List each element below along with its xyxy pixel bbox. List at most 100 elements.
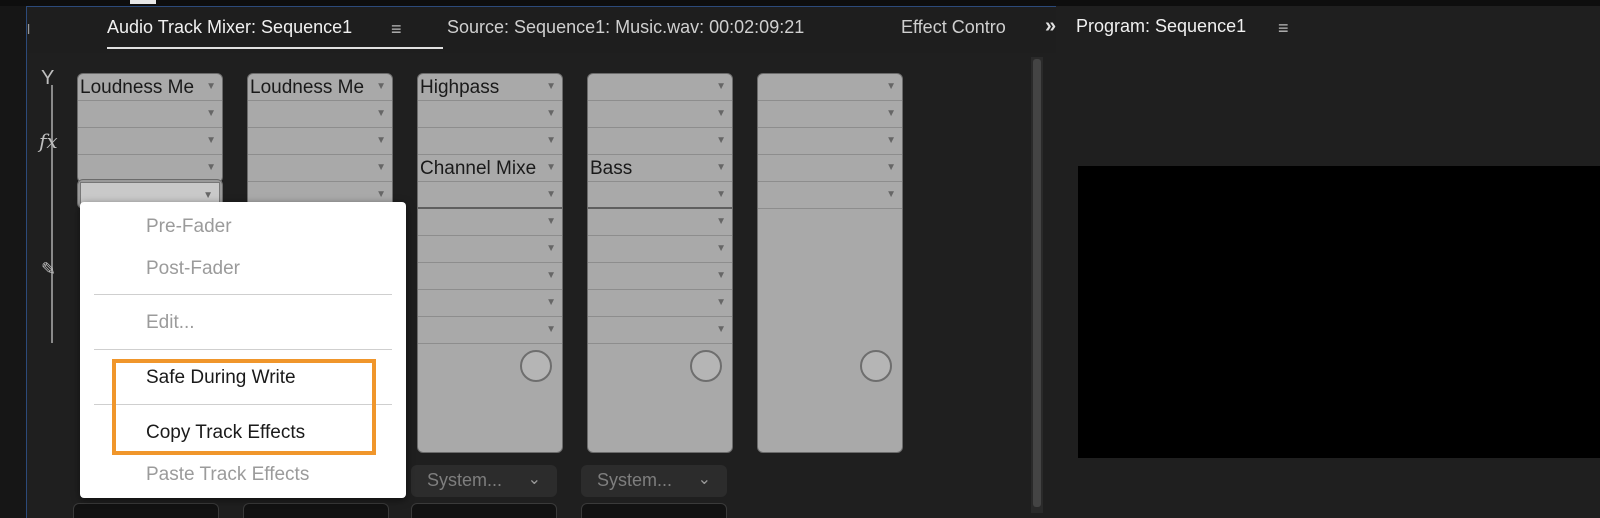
send-level-knob[interactable]	[860, 350, 892, 382]
dropdown-arrow-icon: ▼	[546, 162, 556, 173]
left-edge	[0, 6, 26, 518]
menu-item-paste-track-effects[interactable]: Paste Track Effects	[146, 464, 309, 486]
program-monitor-title[interactable]: Program: Sequence1	[1076, 16, 1246, 37]
track-output-button[interactable]	[411, 503, 557, 518]
menu-item-post-fader[interactable]: Post-Fader	[146, 258, 240, 280]
effect-slot[interactable]: ▼	[758, 101, 902, 128]
track-output-button[interactable]	[73, 503, 219, 518]
dropdown-arrow-icon: ▼	[886, 162, 896, 173]
effect-slot[interactable]: ▼	[758, 182, 902, 209]
track-strip-1: Loudness Me ▼ ▼ ▼ ▼	[77, 73, 223, 183]
dropdown-arrow-icon: ▼	[546, 297, 556, 308]
dropdown-arrow-icon: ▼	[376, 189, 386, 200]
effect-slot[interactable]: Channel Mixe ▼	[418, 155, 562, 182]
dropdown-arrow-icon: ▼	[716, 81, 726, 92]
send-icon: ✎	[41, 259, 57, 279]
effect-slot[interactable]: ▼	[588, 128, 732, 155]
dropdown-arrow-icon: ▼	[716, 270, 726, 281]
program-video-view[interactable]	[1078, 166, 1600, 458]
send-slot[interactable]: ▼	[588, 236, 732, 263]
send-slot[interactable]: ▼	[418, 236, 562, 263]
menu-item-pre-fader[interactable]: Pre-Fader	[146, 216, 232, 238]
effect-slot[interactable]: ▼	[418, 128, 562, 155]
dropdown-arrow-icon: ▼	[376, 135, 386, 146]
send-assignment-dropdown[interactable]: System... ⌄	[581, 465, 727, 497]
dropdown-arrow-icon: ▼	[376, 162, 386, 173]
dropdown-arrow-icon: ▼	[716, 108, 726, 119]
effect-slot[interactable]: ▼	[248, 155, 392, 182]
dropdown-arrow-icon: ▼	[206, 108, 216, 119]
vertical-scrollbar[interactable]	[1031, 57, 1043, 513]
send-slot[interactable]: ▼	[418, 209, 562, 236]
panel-menu-icon[interactable]: ≡	[1278, 18, 1289, 39]
program-monitor-panel: Program: Sequence1 ≡	[1056, 6, 1600, 518]
effect-slot[interactable]: ▼	[588, 101, 732, 128]
track-output-button[interactable]	[243, 503, 389, 518]
track-strip-2: Loudness Me ▼ ▼ ▼ ▼ ▼	[247, 73, 393, 209]
effect-slot[interactable]: ▼	[758, 74, 902, 101]
effect-slot[interactable]: ▼	[78, 155, 222, 182]
effect-slot[interactable]: ▼	[588, 74, 732, 101]
send-assignment-dropdown[interactable]: System... ⌄	[411, 465, 557, 497]
effect-slot[interactable]: ▼	[418, 101, 562, 128]
effect-slot[interactable]: ▼	[758, 128, 902, 155]
send-slot[interactable]: ▼	[588, 290, 732, 317]
dropdown-arrow-icon: ▼	[716, 324, 726, 335]
dropdown-arrow-icon: ▼	[716, 135, 726, 146]
lane-icons: Y fx ✎	[39, 67, 65, 363]
dropdown-arrow-icon: ▼	[546, 135, 556, 146]
menu-divider	[94, 349, 392, 350]
tab-effect-controls[interactable]: Effect Contro	[901, 17, 1006, 38]
track-strip-5: ▼ ▼ ▼ ▼ ▼	[757, 73, 903, 453]
send-slot[interactable]: ▼	[418, 317, 562, 344]
dropdown-arrow-icon: ▼	[546, 243, 556, 254]
track-output-button[interactable]	[581, 503, 727, 518]
overflow-chevron-icon[interactable]: »	[1045, 15, 1056, 38]
dropdown-arrow-icon: ▼	[546, 216, 556, 227]
dropdown-arrow-icon: ▼	[203, 190, 213, 201]
dropdown-arrow-icon: ▼	[546, 324, 556, 335]
dropdown-arrow-icon: ▼	[546, 189, 556, 200]
lane-bracket-line	[51, 85, 53, 343]
effects-lane-icon: Y	[41, 67, 55, 89]
highlight-box	[112, 359, 376, 455]
effect-slot[interactable]: ▼	[78, 101, 222, 128]
dropdown-arrow-icon: ▼	[886, 81, 896, 92]
active-tab-underline	[107, 47, 443, 49]
chevron-down-icon: ⌄	[527, 471, 541, 488]
dropdown-arrow-icon: ▼	[716, 162, 726, 173]
tab-notch	[130, 0, 156, 4]
tab-audio-track-mixer[interactable]: Audio Track Mixer: Sequence1	[107, 17, 352, 38]
send-slot[interactable]: ▼	[588, 263, 732, 290]
dropdown-arrow-icon: ▼	[206, 135, 216, 146]
send-slot[interactable]: ▼	[418, 290, 562, 317]
effect-slot[interactable]: ▼	[588, 182, 732, 209]
send-slot[interactable]: ▼	[418, 263, 562, 290]
send-slot[interactable]: ▼	[588, 317, 732, 344]
dropdown-arrow-icon: ▼	[376, 108, 386, 119]
effect-slot[interactable]: Highpass ▼	[418, 74, 562, 101]
dropdown-arrow-icon: ▼	[886, 135, 896, 146]
effect-slot[interactable]: Bass ▼	[588, 155, 732, 182]
dropdown-arrow-icon: ▼	[206, 162, 216, 173]
panel-menu-icon[interactable]: ≡	[391, 19, 402, 40]
menu-divider	[94, 294, 392, 295]
effect-slot[interactable]: Loudness Me ▼	[248, 74, 392, 101]
dropdown-arrow-icon: ▼	[206, 81, 216, 92]
effect-slot[interactable]: ▼	[248, 128, 392, 155]
effect-slot[interactable]: Loudness Me ▼	[78, 74, 222, 101]
send-level-knob[interactable]	[520, 350, 552, 382]
dropdown-arrow-icon: ▼	[886, 108, 896, 119]
effect-slot[interactable]: ▼	[78, 128, 222, 155]
effect-slot[interactable]: ▼	[418, 182, 562, 209]
menu-item-edit[interactable]: Edit...	[146, 312, 195, 334]
dropdown-arrow-icon: ▼	[546, 81, 556, 92]
send-level-knob[interactable]	[690, 350, 722, 382]
track-strip-3: Highpass ▼ ▼ ▼ Channel Mixe ▼ ▼ ▼ ▼ ▼ ▼ ▼	[417, 73, 563, 453]
send-slot[interactable]: ▼	[588, 209, 732, 236]
effect-slot[interactable]: ▼	[248, 101, 392, 128]
scrollbar-thumb[interactable]	[1033, 59, 1041, 507]
tab-source[interactable]: Source: Sequence1: Music.wav: 00:02:09:2…	[447, 17, 804, 38]
effect-slot[interactable]: ▼	[758, 155, 902, 182]
dropdown-arrow-icon: ▼	[716, 189, 726, 200]
